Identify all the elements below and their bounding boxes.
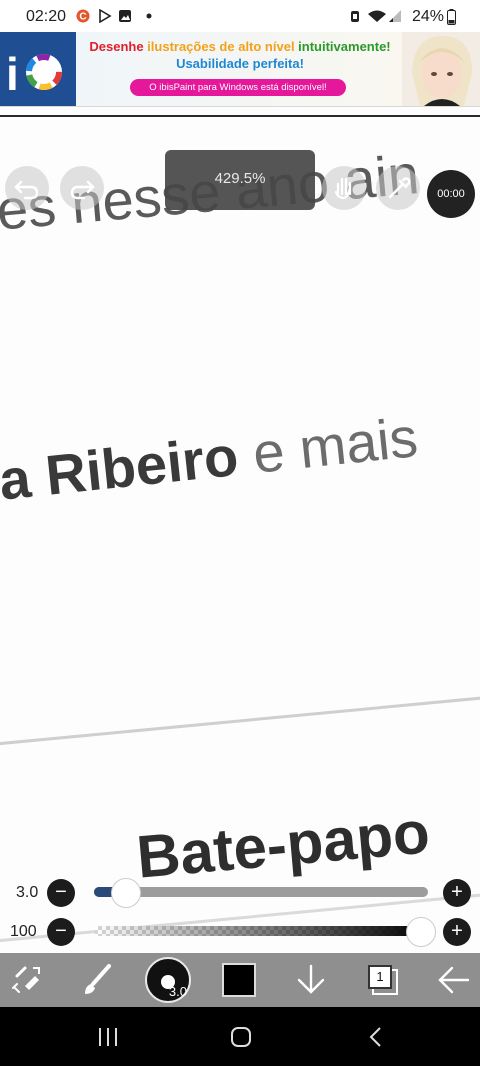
- undo-button[interactable]: [5, 166, 49, 210]
- eyedropper-icon: [388, 177, 411, 199]
- battery-icon: [447, 9, 456, 25]
- brush-size-button[interactable]: 3.0: [140, 953, 196, 1007]
- layers-button[interactable]: 1: [356, 953, 410, 1007]
- brush-size-indicator: 3.0: [145, 957, 191, 1003]
- eyedropper-button[interactable]: [376, 166, 420, 210]
- ad-headline-part-1: Desenhe: [89, 39, 148, 54]
- plus-icon: +: [451, 920, 463, 942]
- ad-headline-part-2: ilustrações de alto nível: [147, 39, 299, 54]
- brush-size-decrease-button[interactable]: −: [47, 879, 75, 907]
- redo-icon: [70, 180, 95, 200]
- status-time: 02:20: [26, 8, 67, 25]
- battery-percent: 24%: [411, 8, 444, 25]
- alarm-icon: [351, 11, 359, 22]
- minus-icon: −: [55, 881, 67, 903]
- svg-text:i: i: [6, 48, 19, 100]
- tool-select-icon: [12, 966, 40, 993]
- hand-tool-button[interactable]: [322, 166, 366, 210]
- recording-timer: 00:00: [427, 170, 475, 218]
- canvas-text-chat: Bate-papo: [134, 798, 433, 891]
- gallery-icon: [119, 10, 131, 22]
- recent-apps-icon[interactable]: [96, 1026, 120, 1048]
- brush-size-value: 3.0: [168, 984, 187, 999]
- opacity-increase-button[interactable]: +: [443, 918, 471, 946]
- ad-banner[interactable]: i Desenhe ilustrações de alto nível intu…: [0, 32, 480, 107]
- ad-subheadline: Usabilidade perfeita!: [176, 56, 304, 71]
- status-bar: 02:20 C 24%: [0, 0, 480, 32]
- home-icon[interactable]: [229, 1026, 253, 1048]
- ad-character-illustration: [402, 32, 480, 106]
- system-back-icon[interactable]: [366, 1026, 386, 1048]
- svg-text:C: C: [79, 12, 86, 23]
- tool-select-button[interactable]: [0, 953, 54, 1007]
- zoom-indicator: 429.5%: [165, 150, 315, 210]
- plus-icon: +: [451, 881, 463, 903]
- back-button[interactable]: [426, 953, 480, 1007]
- brush-size-slider[interactable]: [94, 887, 428, 897]
- arrow-left-icon: [438, 966, 470, 994]
- opacity-thumb[interactable]: [406, 917, 436, 947]
- ad-headline-part-3: intuitivamente!: [298, 39, 391, 54]
- wifi-icon: [368, 10, 386, 22]
- color-swatch: [222, 963, 256, 997]
- dot-icon: [146, 13, 152, 19]
- drawing-canvas[interactable]: es nesse ano ain a Ribeiro e mais Bate-p…: [0, 118, 480, 953]
- canvas-top-border: [0, 115, 480, 117]
- redo-button[interactable]: [60, 166, 104, 210]
- play-store-icon: [99, 9, 112, 23]
- scroll-down-button[interactable]: [284, 953, 338, 1007]
- ad-headline: Desenhe ilustrações de alto nível intuit…: [80, 39, 400, 54]
- canvas-text-name-bold: a Ribeiro: [0, 423, 242, 512]
- color-button[interactable]: [212, 953, 266, 1007]
- signal-icon: [389, 10, 401, 22]
- bottom-toolbar: 3.0 1: [0, 953, 480, 1007]
- opacity-label: 100: [10, 923, 37, 940]
- c-app-icon: C: [76, 9, 90, 23]
- brush-icon: [85, 964, 111, 994]
- minus-icon: −: [55, 920, 67, 942]
- canvas-separator-line: [0, 694, 480, 746]
- ad-cta-pill[interactable]: O ibisPaint para Windows está disponível…: [130, 79, 346, 96]
- brush-size-thumb[interactable]: [110, 878, 141, 908]
- opacity-slider[interactable]: [94, 926, 428, 936]
- brush-tool-button[interactable]: [70, 953, 124, 1007]
- layers-icon: 1: [366, 963, 400, 997]
- arrow-down-icon: [297, 964, 325, 994]
- brush-size-label: 3.0: [16, 884, 39, 901]
- canvas-text-name-rest: e mais: [234, 405, 421, 487]
- layer-count: 1: [368, 965, 392, 989]
- brush-size-increase-button[interactable]: +: [443, 879, 471, 907]
- hand-icon: [334, 177, 352, 200]
- undo-icon: [14, 180, 39, 200]
- canvas-text-name: a Ribeiro e mais: [0, 404, 421, 513]
- ibispaint-logo: i: [0, 32, 76, 106]
- system-nav-bar: [0, 1007, 480, 1066]
- opacity-decrease-button[interactable]: −: [47, 918, 75, 946]
